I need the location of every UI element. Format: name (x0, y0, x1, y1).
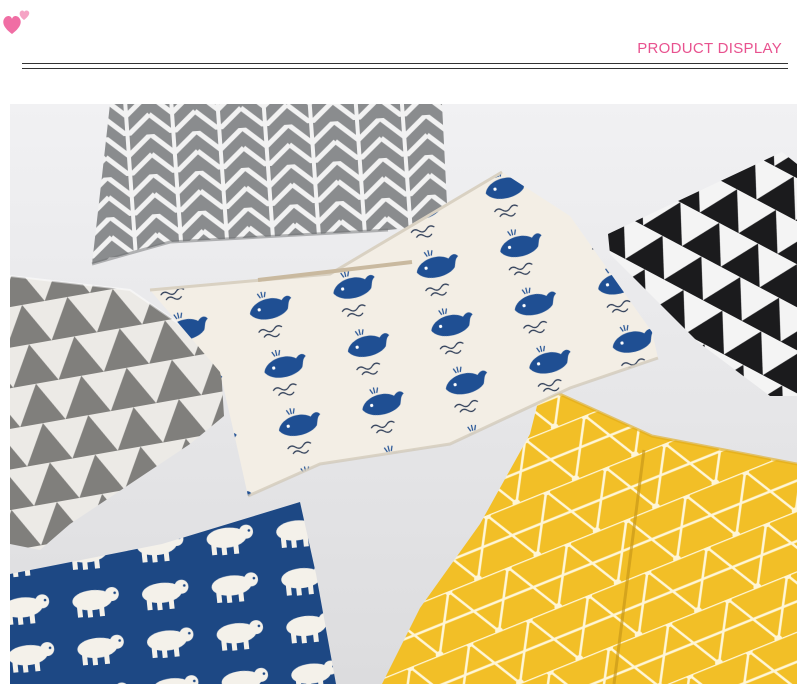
product-photo-drawing (10, 104, 797, 684)
hearts-icon (3, 10, 30, 34)
page-title: PRODUCT DISPLAY (637, 40, 782, 57)
divider (22, 63, 788, 64)
divider (22, 68, 788, 69)
header: PRODUCT DISPLAY (0, 0, 810, 100)
product-photo (10, 104, 797, 684)
